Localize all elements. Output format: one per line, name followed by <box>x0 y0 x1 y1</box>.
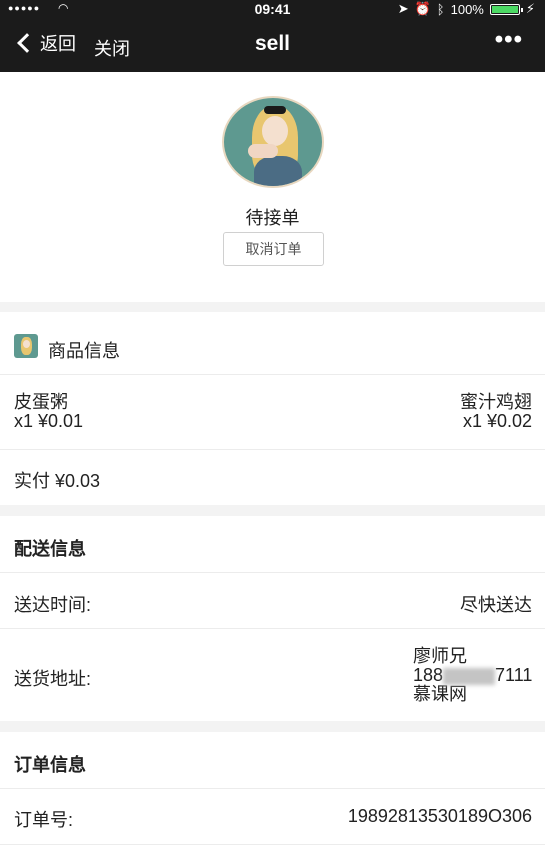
goods-header: 商品信息 <box>0 312 545 375</box>
nav-bar: 返回 关闭 sell ••• <box>0 18 545 72</box>
item-qty-price: x1 ¥0.01 <box>14 411 84 431</box>
list-item: 蜜汁鸡翅 x1 ¥0.02 <box>460 393 532 431</box>
total-paid: 实付 ¥0.03 <box>14 471 101 491</box>
cancel-order-button[interactable]: 取消订单 <box>223 232 324 266</box>
more-menu-icon[interactable]: ••• <box>495 26 523 54</box>
item-name: 蜜汁鸡翅 <box>460 392 532 412</box>
delivery-header: 配送信息 <box>0 516 545 573</box>
delivery-time-label: 送达时间: <box>14 595 92 615</box>
delivery-time-value: 尽快送达 <box>460 595 532 615</box>
goods-items-row: 皮蛋粥 x1 ¥0.01 蜜汁鸡翅 x1 ¥0.02 <box>0 375 545 450</box>
battery-icon <box>489 3 523 15</box>
charging-icon: ⚡ <box>525 1 535 16</box>
total-row: 实付 ¥0.03 <box>0 450 545 505</box>
page-title: sell <box>254 32 291 55</box>
location-icon: ➤ <box>397 1 409 16</box>
delivery-time-row: 送达时间: 尽快送达 <box>0 573 545 629</box>
delivery-address: 廖师兄 188 7111 慕课网 <box>413 647 532 704</box>
delivery-section-title: 配送信息 <box>14 539 86 559</box>
order-status-card: 待接单 取消订单 <box>0 72 545 302</box>
delivery-address-row: 送货地址: 廖师兄 188 7111 慕课网 <box>0 629 545 721</box>
delivery-section: 配送信息 送达时间: 尽快送达 送货地址: 廖师兄 188 7111 慕课网 <box>0 516 545 721</box>
order-status-text: 待接单 <box>245 208 300 228</box>
avatar <box>222 96 324 188</box>
recipient-address: 慕课网 <box>413 684 467 704</box>
goods-section: 商品信息 皮蛋粥 x1 ¥0.01 蜜汁鸡翅 x1 ¥0.02 实付 ¥0.03 <box>0 312 545 505</box>
goods-section-title: 商品信息 <box>48 341 120 361</box>
order-id-label: 订单号: <box>14 810 74 830</box>
list-item: 皮蛋粥 x1 ¥0.01 <box>14 393 83 431</box>
order-id-row: 订单号: 19892813530189O306 <box>0 789 545 845</box>
goods-thumbnail-icon <box>14 334 38 358</box>
status-bar: ●●●●● ◠ 09:41 ➤ ⏰ ᛒ 100% ⚡ <box>0 0 545 18</box>
order-id-value: 19892813530189O306 <box>347 806 532 826</box>
item-qty-price: x1 ¥0.02 <box>462 411 532 431</box>
bluetooth-icon: ᛒ <box>436 1 445 17</box>
order-info-section: 订单信息 订单号: 19892813530189O306 <box>0 732 545 867</box>
status-right: ➤ ⏰ ᛒ 100% ⚡ <box>398 1 535 17</box>
order-info-header: 订单信息 <box>0 732 545 789</box>
recipient-name: 廖师兄 <box>413 646 467 666</box>
item-name: 皮蛋粥 <box>14 392 68 412</box>
order-info-title: 订单信息 <box>14 755 86 775</box>
delivery-address-label: 送货地址: <box>14 669 92 689</box>
battery-percent: 100% <box>450 1 484 17</box>
alarm-icon: ⏰ <box>414 1 431 16</box>
recipient-phone: 188 7111 <box>413 665 533 685</box>
